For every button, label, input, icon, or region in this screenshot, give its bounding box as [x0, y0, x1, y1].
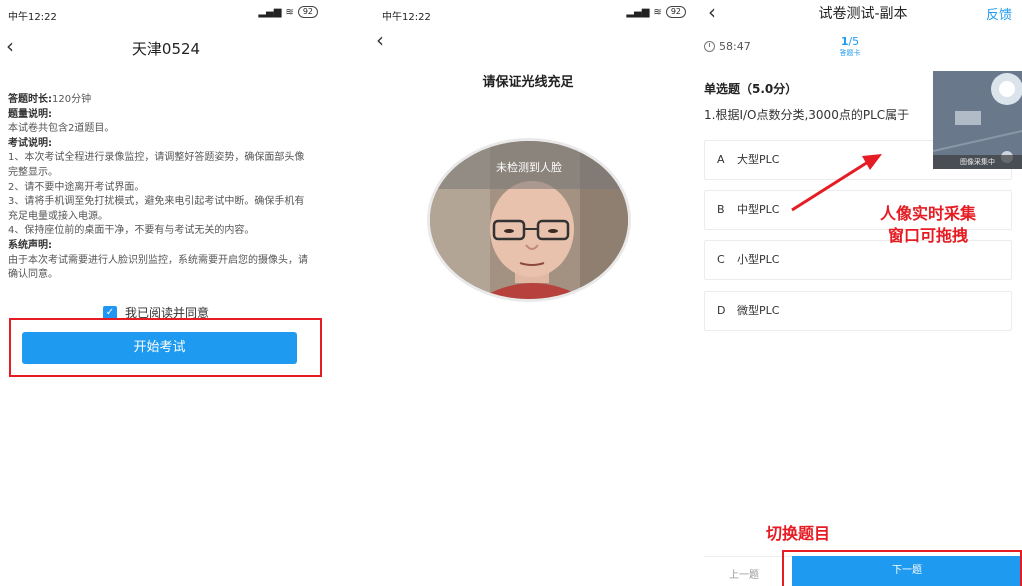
desc-text: 本试卷共包含2道题目。 [8, 123, 115, 135]
lighting-hint: 请保证光线充足 [482, 75, 574, 90]
start-exam-button[interactable]: 开始考试 [22, 332, 297, 364]
battery-icon: 92 [297, 6, 318, 18]
status-time: 中午12:22 [382, 12, 431, 23]
signal-icon: ▂▄▆ [626, 6, 650, 18]
system-text: 由于本次考试需要进行人脸识别监控，系统需要开启您的摄像头，请确认同意。 [8, 254, 308, 281]
system-heading: 系统声明: [8, 239, 52, 251]
camera-preview: 未检测到人脸 [427, 138, 631, 302]
exam-timer: 58:47 [704, 40, 751, 53]
battery-icon: 92 [665, 6, 686, 18]
face-status-banner: 未检测到人脸 [430, 141, 628, 189]
status-bar: 中午12:22 ▂▄▆ ≋ 92 [362, 6, 694, 23]
annotation-camera: 人像实时采集 窗口可拖拽 [880, 204, 977, 245]
option-d[interactable]: D 微型PLC [704, 291, 1012, 331]
answer-card-button[interactable]: 1/5 答题卡 [832, 35, 868, 58]
question-progress: 1/5 [840, 35, 860, 48]
exam-rule-item: 4、保持座位前的桌面干净，不要有与考试无关的内容。 [8, 225, 255, 237]
signal-icon: ▂▄▆ [258, 6, 282, 18]
camera-caption: 图像采集中 [933, 155, 1022, 169]
question-screen: ‹ 试卷测试-副本 反馈 58:47 1/5 答题卡 单选题（5.0分） 1.根… [704, 0, 1022, 586]
clock-icon [704, 41, 715, 52]
back-arrow-icon[interactable]: ‹ [376, 30, 384, 50]
page-title: 试卷测试-副本 [818, 6, 908, 22]
exam-intro-screen: 中午12:22 ▂▄▆ ≋ 92 ‹ 天津0524 答题时长:120分钟 题量说… [0, 0, 332, 586]
wifi-icon: ≋ [653, 6, 662, 18]
exam-heading: 考试说明: [8, 137, 52, 149]
desc-heading: 题量说明: [8, 108, 52, 120]
duration-line: 答题时长:120分钟 [8, 94, 92, 105]
feedback-link[interactable]: 反馈 [986, 4, 1012, 23]
exam-rules: 答题时长:120分钟 题量说明: 本试卷共包含2道题目。 考试说明: 1、本次考… [8, 93, 314, 283]
annotation-switch: 切换题目 [766, 524, 831, 543]
status-time: 中午12:22 [8, 12, 57, 23]
timer-value: 58:47 [719, 40, 751, 53]
face-detect-screen: 中午12:22 ▂▄▆ ≋ 92 ‹ 请保证光线充足 未检测到人脸 [362, 0, 694, 586]
status-icons: ▂▄▆ ≋ 92 [626, 6, 686, 18]
exam-rule-item: 2、请不要中途离开考试界面。 [8, 181, 145, 193]
answer-card-label: 答题卡 [839, 49, 861, 57]
status-icons: ▂▄▆ ≋ 92 [258, 6, 318, 18]
question-type: 单选题（5.0分） [704, 82, 798, 96]
floating-camera-window[interactable]: 图像采集中 [933, 71, 1022, 169]
page-title: 天津0524 [131, 40, 201, 58]
prev-question-button[interactable]: 上一题 [729, 566, 759, 581]
highlight-box [782, 550, 1022, 586]
status-bar: 中午12:22 ▂▄▆ ≋ 92 [0, 6, 332, 23]
exam-rule-item: 1、本次考试全程进行录像监控，请调整好答题姿势，确保面部头像完整显示。 [8, 152, 305, 178]
exam-rule-item: 3、请将手机调至免打扰模式，避免来电引起考试中断。确保手机有充足电量或接入电源。 [8, 196, 305, 222]
wifi-icon: ≋ [285, 6, 294, 18]
